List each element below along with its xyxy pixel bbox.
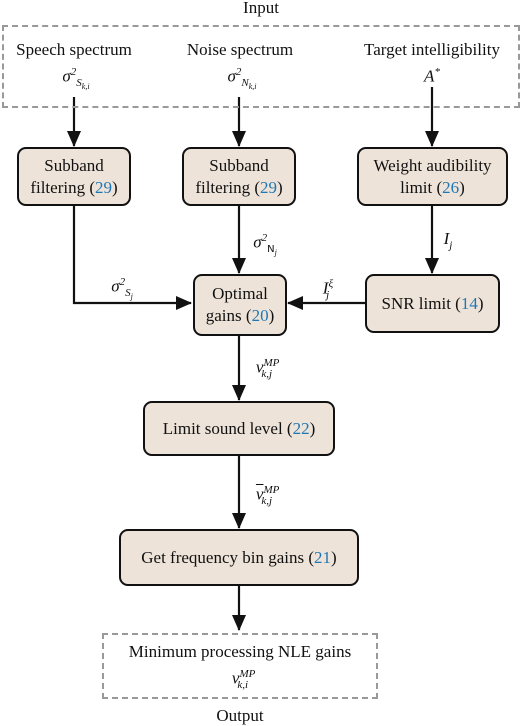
input-label: Input (243, 0, 279, 17)
target-intelligibility-label: Target intelligibility (364, 40, 500, 59)
optimal-gains-box: Optimal gains (20) (193, 274, 287, 336)
snr-limit-box: SNR limit (14) (365, 274, 500, 333)
output-gains-label: Minimum processing NLE gains (128, 642, 352, 661)
equation-ref[interactable]: 14 (461, 294, 478, 313)
subband-filtering-speech-box: Subband filtering (29) (17, 147, 131, 206)
equation-ref[interactable]: 29 (260, 178, 277, 197)
output-gains-symbol: vMPk,i (231, 668, 256, 692)
limit-sound-level-box: Limit sound level (22) (143, 401, 335, 456)
sigma-s-j-label: σ2Sj (111, 276, 133, 302)
equation-ref[interactable]: 29 (95, 178, 112, 197)
v-mp-kj-label: vMPk,j (255, 357, 280, 381)
noise-spectrum-label: Noise spectrum (186, 40, 294, 59)
weight-audibility-limit-box: Weight audibility limit (26) (357, 147, 508, 206)
i-j-xi-label: Iξj (322, 278, 334, 302)
i-j-label: Ij (443, 229, 453, 252)
speech-spectrum-label: Speech spectrum (16, 40, 132, 59)
sigma-n-j-label: σ2Nj (253, 232, 277, 258)
subband-filtering-noise-box: Subband filtering (29) (182, 147, 296, 206)
equation-ref[interactable]: 22 (293, 419, 310, 438)
noise-spectrum-symbol: σ2Nk,i (227, 66, 257, 92)
equation-ref[interactable]: 21 (314, 548, 331, 567)
speech-spectrum-symbol: σ2Sk,i (62, 66, 90, 92)
target-intelligibility-symbol: A* (424, 66, 440, 86)
get-frequency-bin-gains-box: Get frequency bin gains (21) (119, 529, 359, 586)
equation-ref[interactable]: 26 (442, 178, 459, 197)
equation-ref[interactable]: 20 (252, 306, 269, 325)
output-label: Output (216, 706, 264, 725)
vbar-mp-kj-label: vMPk,j (255, 484, 280, 508)
